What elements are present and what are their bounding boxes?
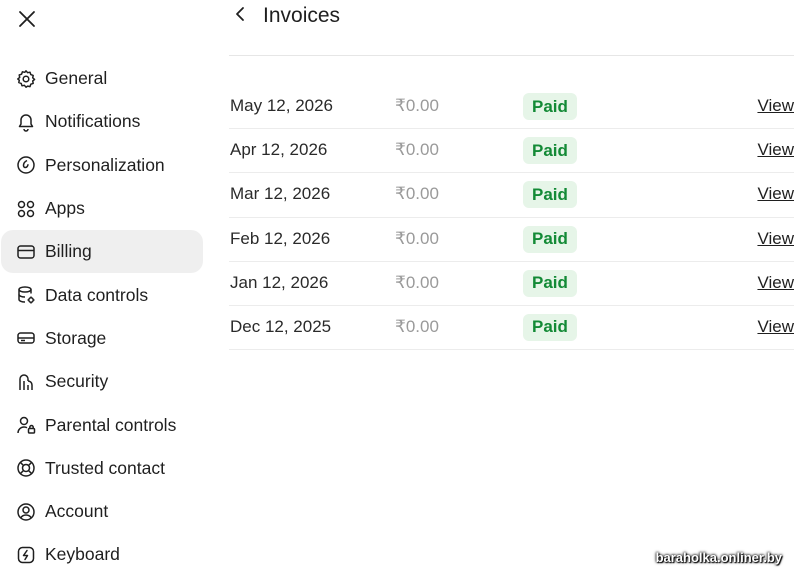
invoice-amount: ₹0.00 <box>395 228 439 248</box>
watermark: baraholka.onliner.by <box>655 550 782 565</box>
sidebar-item-account[interactable]: Account <box>1 490 203 533</box>
invoice-row: Jan 12, 2026 ₹0.00 Paid View <box>229 262 794 306</box>
sidebar-item-label: Keyboard <box>45 544 120 565</box>
invoice-amount: ₹0.00 <box>395 140 439 160</box>
invoice-amount: ₹0.00 <box>395 272 439 292</box>
sidebar-item-label: Trusted contact <box>45 457 165 478</box>
sidebar-item-label: Security <box>45 371 109 392</box>
key-icon <box>15 371 37 393</box>
sidebar-item-storage[interactable]: Storage <box>1 317 203 360</box>
sidebar-item-keyboard[interactable]: Keyboard <box>1 533 203 576</box>
sidebar-item-label: Parental controls <box>45 414 177 435</box>
status-badge: Paid <box>523 181 577 209</box>
personalization-icon <box>15 154 37 176</box>
sidebar-item-security[interactable]: Security <box>1 360 203 403</box>
sidebar-item-label: Storage <box>45 327 107 348</box>
close-icon <box>18 10 36 33</box>
keyboard-icon <box>15 544 37 566</box>
invoice-amount: ₹0.00 <box>395 184 439 204</box>
sidebar-item-label: Billing <box>45 241 92 262</box>
page-header: Invoices <box>229 0 794 56</box>
sidebar-item-label: Account <box>45 501 109 522</box>
lifebuoy-icon <box>15 457 37 479</box>
status-badge: Paid <box>523 269 577 297</box>
account-circle-icon <box>15 501 37 523</box>
invoice-date: Feb 12, 2026 <box>230 228 331 248</box>
settings-sidebar: General Notifications Personalization Ap… <box>0 57 204 576</box>
apps-grid-icon <box>15 198 37 220</box>
sidebar-item-notifications[interactable]: Notifications <box>1 100 203 143</box>
invoice-date: Mar 12, 2026 <box>230 184 331 204</box>
invoice-list: May 12, 2026 ₹0.00 Paid View Apr 12, 202… <box>229 85 794 351</box>
sidebar-item-label: Apps <box>45 198 85 219</box>
gear-icon <box>15 68 37 90</box>
invoice-date: Jan 12, 2026 <box>230 272 329 292</box>
invoice-row: Feb 12, 2026 ₹0.00 Paid View <box>229 218 794 262</box>
storage-icon <box>15 327 37 349</box>
status-badge: Paid <box>523 225 577 253</box>
sidebar-item-apps[interactable]: Apps <box>1 187 203 230</box>
sidebar-item-billing[interactable]: Billing <box>1 230 203 274</box>
sidebar-item-personalization[interactable]: Personalization <box>1 144 203 187</box>
sidebar-item-data-controls[interactable]: Data controls <box>1 273 203 316</box>
status-badge: Paid <box>523 137 577 165</box>
status-badge: Paid <box>523 93 577 120</box>
view-invoice-link[interactable]: View <box>757 96 794 116</box>
invoice-row: Apr 12, 2026 ₹0.00 Paid View <box>229 129 794 174</box>
invoice-date: May 12, 2026 <box>230 96 334 115</box>
view-invoice-link[interactable]: View <box>757 317 794 337</box>
back-button[interactable] <box>229 3 251 29</box>
sidebar-item-label: Data controls <box>45 284 149 305</box>
person-lock-icon <box>15 414 37 436</box>
page-title: Invoices <box>263 4 341 27</box>
chevron-left-icon <box>234 6 246 27</box>
invoice-amount: ₹0.00 <box>395 96 439 115</box>
sidebar-item-label: Notifications <box>45 111 141 132</box>
sidebar-item-label: Personalization <box>45 154 165 175</box>
invoice-date: Dec 12, 2025 <box>230 316 332 336</box>
sidebar-item-trusted-contact[interactable]: Trusted contact <box>1 447 203 490</box>
credit-card-icon <box>15 241 37 263</box>
view-invoice-link[interactable]: View <box>757 273 794 293</box>
invoice-amount: ₹0.00 <box>395 316 439 336</box>
view-invoice-link[interactable]: View <box>757 140 794 160</box>
sidebar-item-parental-controls[interactable]: Parental controls <box>1 403 203 446</box>
sidebar-item-general[interactable]: General <box>1 57 203 100</box>
sidebar-item-label: General <box>45 68 108 89</box>
view-invoice-link[interactable]: View <box>757 184 794 204</box>
close-button[interactable] <box>12 6 42 36</box>
invoice-row: May 12, 2026 ₹0.00 Paid View <box>229 85 794 130</box>
status-badge: Paid <box>523 313 577 341</box>
invoice-row: Dec 12, 2025 ₹0.00 Paid View <box>229 306 794 351</box>
view-invoice-link[interactable]: View <box>757 229 794 249</box>
database-gear-icon <box>15 284 37 306</box>
invoice-date: Apr 12, 2026 <box>230 140 328 160</box>
bell-icon <box>15 111 37 133</box>
invoice-row: Mar 12, 2026 ₹0.00 Paid View <box>229 173 794 218</box>
